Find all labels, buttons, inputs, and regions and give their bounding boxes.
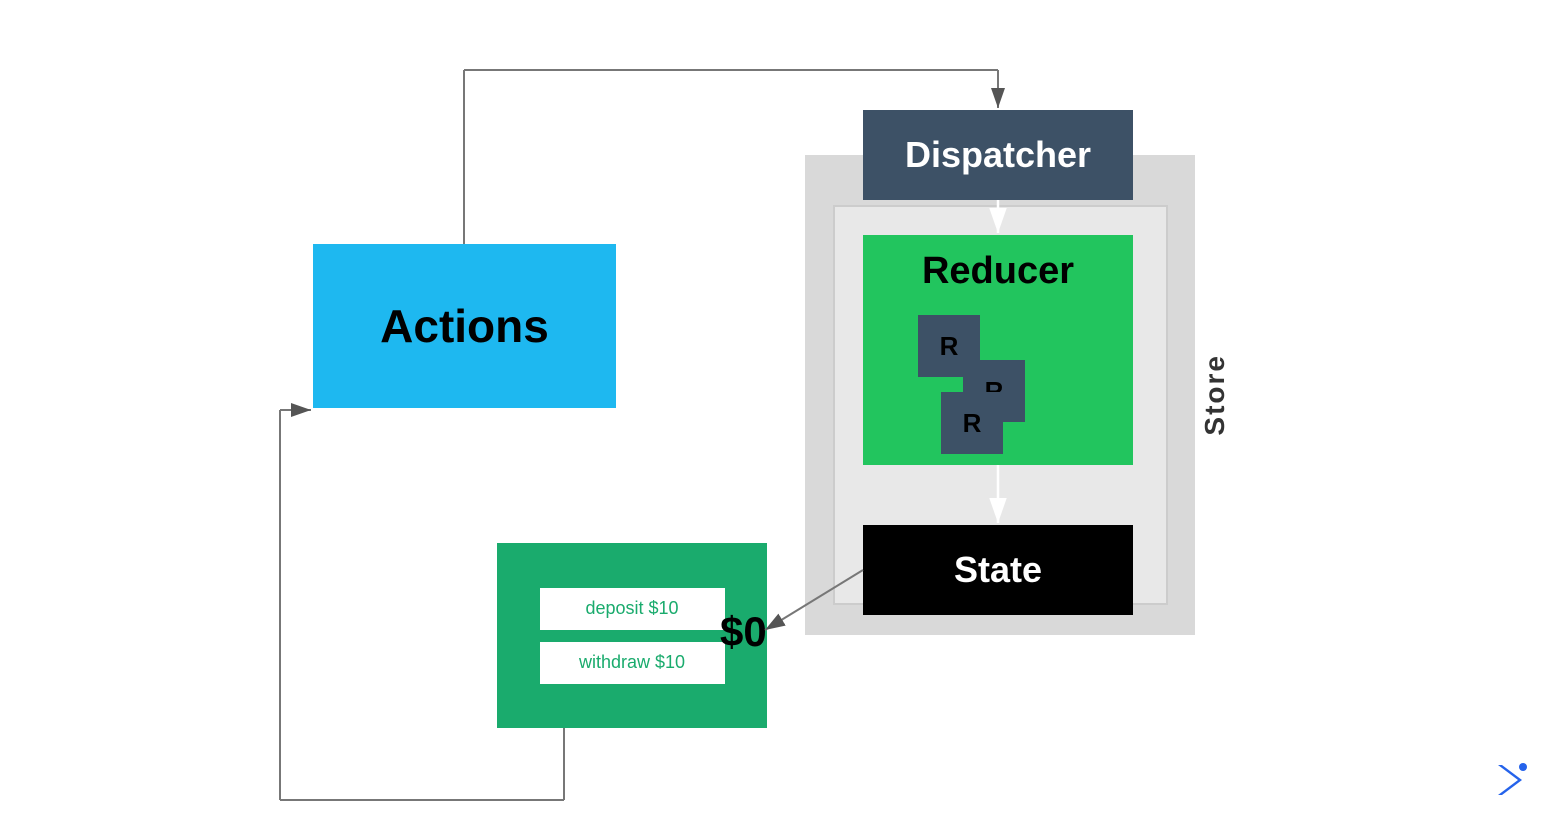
dispatcher-label: Dispatcher [905,134,1091,176]
actions-label: Actions [380,299,549,353]
diagram: Actions Store Dispatcher Reducer R R R S… [0,0,1560,820]
reducer-label: Reducer [922,250,1074,293]
r-box-3: R [941,392,1003,454]
arrows-svg [0,0,1560,820]
r-boxes-container: R R R [863,310,1133,460]
store-label-container: Store [1195,155,1235,635]
store-label: Store [1199,354,1231,436]
withdraw-button[interactable]: withdraw $10 [540,642,725,684]
actions-box: Actions [313,244,616,408]
state-label: State [954,549,1042,591]
deposit-button[interactable]: deposit $10 [540,588,725,630]
codurance-logo [1490,760,1530,800]
dispatcher-box: Dispatcher [863,110,1133,200]
dollar-value: $0 [720,608,767,656]
state-box: State [863,525,1133,615]
